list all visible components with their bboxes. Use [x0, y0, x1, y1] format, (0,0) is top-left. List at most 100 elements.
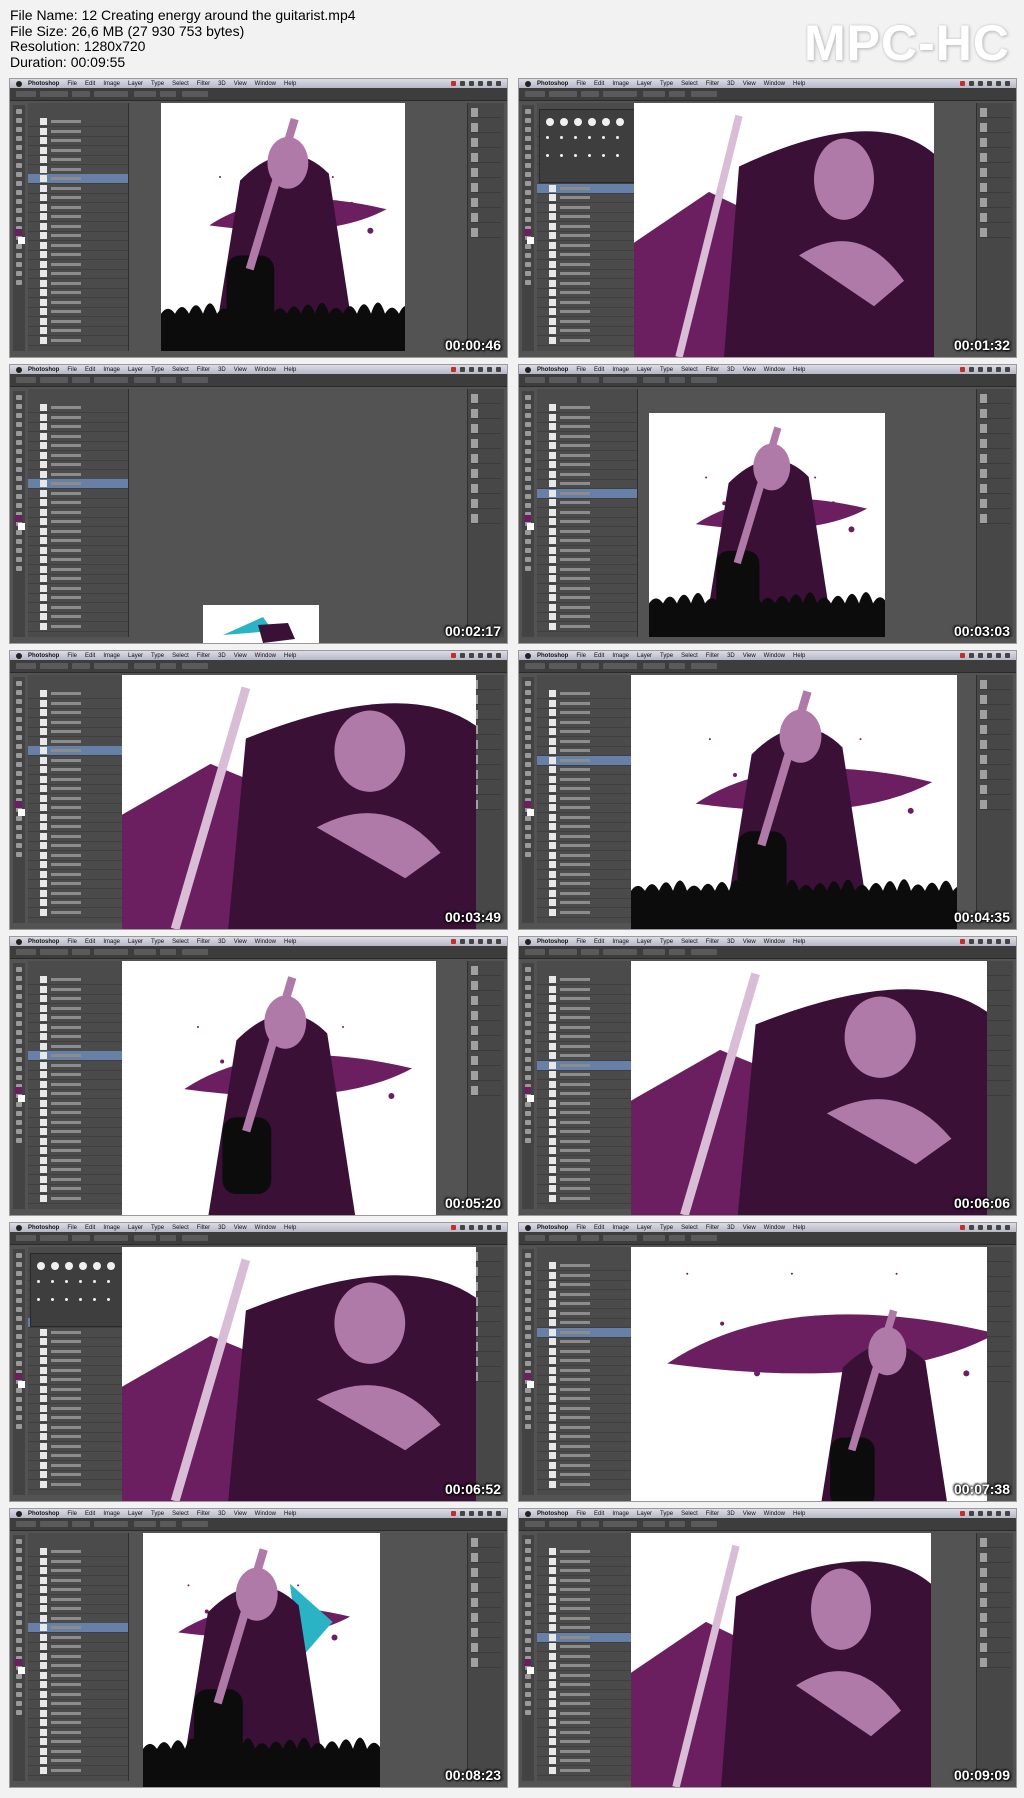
panel-button	[980, 755, 1010, 765]
layer-name	[51, 863, 81, 866]
brush-preset-icon	[546, 136, 549, 139]
video-thumbnail[interactable]: Photoshop File Edit Image Layer Type Select Fil…	[10, 651, 507, 929]
option-control	[669, 1521, 685, 1527]
panel-button	[980, 1598, 1010, 1608]
layer-thumbnail-icon	[549, 804, 556, 811]
layer-name	[560, 1740, 590, 1743]
option-control	[134, 91, 156, 97]
tool-icon	[525, 1352, 531, 1357]
tool-icon	[16, 976, 22, 981]
layer-thumbnail-icon	[40, 546, 47, 554]
layer-row	[28, 203, 128, 213]
artwork-image	[667, 1272, 987, 1501]
layer-name	[560, 711, 590, 714]
menu-item: Window	[254, 1224, 277, 1231]
layer-name	[560, 434, 590, 438]
layer-row	[28, 1013, 128, 1023]
layer-row	[537, 288, 637, 298]
layer-row	[537, 241, 637, 251]
layer-row	[537, 183, 637, 194]
layer-row	[537, 1413, 637, 1423]
layer-thumbnail-icon	[549, 728, 556, 735]
layer-thumbnail-icon	[549, 194, 556, 201]
layer-row	[28, 1557, 128, 1567]
brush-preset-icon	[79, 1262, 87, 1270]
layer-thumbnail-icon	[549, 1080, 556, 1088]
tool-icon	[525, 262, 531, 267]
layer-row	[537, 231, 637, 241]
layer-row	[537, 1290, 637, 1300]
layer-row	[537, 1080, 637, 1090]
layer-name	[560, 910, 590, 914]
video-thumbnail[interactable]: Photoshop File Edit Image Layer Type Select Fil…	[519, 79, 1016, 357]
layers-panel	[28, 1533, 129, 1781]
menu-item: View	[742, 366, 756, 373]
layer-row	[537, 1089, 637, 1099]
layer-row	[537, 1347, 637, 1357]
layer-name	[51, 1101, 81, 1105]
layer-name	[560, 596, 590, 599]
panel-button	[471, 183, 501, 193]
menu-item: Edit	[85, 1510, 96, 1517]
menu-item: Select	[681, 652, 698, 659]
video-thumbnail[interactable]: Photoshop File Edit Image Layer Type Select Fil…	[519, 1223, 1016, 1501]
foreground-color-swatch	[524, 1659, 531, 1666]
panel-button	[980, 499, 1010, 509]
layer-name	[560, 891, 590, 895]
panel-button	[471, 153, 501, 163]
layer-thumbnail-icon	[40, 1766, 47, 1774]
layer-name	[560, 1302, 590, 1305]
layer-name	[51, 1092, 81, 1095]
layer-row	[28, 803, 128, 813]
option-control	[134, 1235, 156, 1241]
options-bar	[10, 1518, 507, 1531]
layer-thumbnail-icon	[40, 823, 47, 830]
layer-thumbnail-icon	[549, 327, 556, 334]
layer-name	[560, 472, 590, 476]
tool-icon	[525, 1012, 531, 1017]
tray-icon	[969, 367, 974, 372]
video-thumbnail[interactable]: Photoshop File Edit Image Layer Type Select Fil…	[10, 1223, 507, 1501]
layer-row	[537, 841, 637, 851]
option-control	[691, 949, 717, 955]
layer-row	[28, 1451, 128, 1461]
menu-item: Layer	[128, 80, 144, 87]
layer-row	[28, 1099, 128, 1109]
tool-icon	[16, 1039, 22, 1044]
tool-icon	[525, 395, 531, 400]
video-thumbnail[interactable]: Photoshop File Edit Image Layer Type Select Fil…	[519, 1509, 1016, 1787]
layer-row	[28, 1194, 128, 1204]
video-thumbnail[interactable]: Photoshop File Edit Image Layer Type Select Fil…	[10, 365, 507, 643]
option-control	[94, 1521, 128, 1527]
video-thumbnail[interactable]: Photoshop File Edit Image Layer Type Select Fil…	[519, 651, 1016, 929]
panel-button	[471, 1011, 501, 1021]
layer-name	[51, 1054, 81, 1057]
option-control	[669, 663, 685, 669]
layer-row	[537, 1423, 637, 1433]
video-thumbnail[interactable]: Photoshop File Edit Image Layer Type Select Fil…	[10, 1509, 507, 1787]
video-thumbnail[interactable]: Photoshop File Edit Image Layer Type Select Fil…	[10, 937, 507, 1215]
video-thumbnail[interactable]: Photoshop File Edit Image Layer Type Select Fil…	[519, 937, 1016, 1215]
menu-item: Select	[172, 366, 189, 373]
tool-icon	[525, 467, 531, 472]
layer-name	[51, 777, 81, 781]
video-thumbnail[interactable]: Photoshop File Edit Image Layer Type Select Fil…	[519, 365, 1016, 643]
layer-name	[560, 1330, 590, 1334]
layer-row	[28, 1080, 128, 1090]
layer-thumbnail-icon	[40, 995, 47, 1002]
layer-name	[560, 796, 590, 800]
tray-icon	[960, 653, 965, 658]
layer-row	[537, 1394, 637, 1404]
layer-row	[28, 1642, 128, 1652]
layer-thumbnail-icon	[549, 908, 556, 916]
layer-row	[537, 1480, 637, 1490]
video-thumbnail[interactable]: Photoshop File Edit Image Layer Type Select Fil…	[10, 79, 507, 357]
layer-name	[560, 1082, 590, 1086]
layer-row	[28, 1051, 128, 1061]
layer-row	[28, 422, 128, 432]
layer-thumbnail-icon	[549, 480, 556, 487]
tray-icon	[978, 81, 983, 86]
layer-thumbnail-icon	[549, 565, 556, 573]
layer-row	[537, 565, 637, 575]
layer-thumbnail-icon	[40, 1376, 47, 1383]
